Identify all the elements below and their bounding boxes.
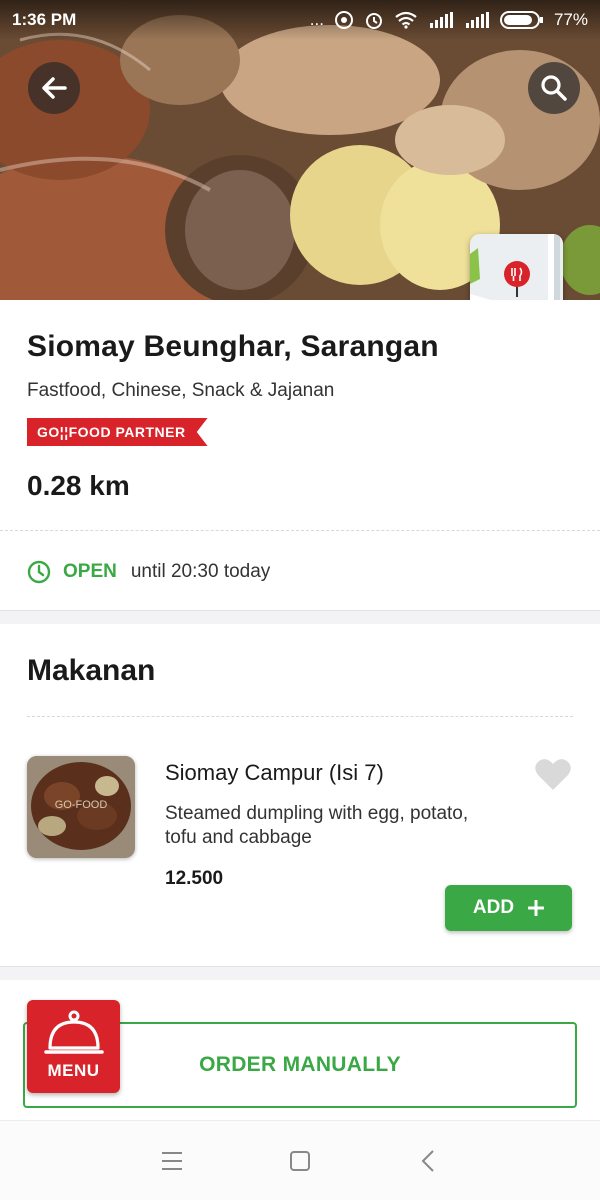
back-button[interactable] (28, 62, 80, 114)
nav-home-button[interactable] (282, 1143, 318, 1179)
item-name: Siomay Campur (Isi 7) (165, 760, 384, 785)
hours-text: until 20:30 today (130, 561, 271, 582)
open-status: OPEN (63, 561, 117, 582)
status-time: 1:36 PM (12, 10, 77, 29)
system-nav-bar (0, 1120, 600, 1200)
battery-icon (499, 11, 544, 29)
section-title: Makanan (27, 654, 156, 687)
search-button[interactable] (528, 62, 580, 114)
order-manually-label: ORDER MANUALLY (199, 1053, 401, 1076)
divider (0, 530, 600, 531)
restaurant-distance: 0.28 km (27, 470, 130, 501)
battery-percent: 77% (553, 10, 588, 29)
restaurant-info: Siomay Beunghar, Sarangan Fastfood, Chin… (0, 300, 600, 610)
gofood-partner-badge: GO¦¦FOOD PARTNER (27, 418, 208, 446)
clock-icon (27, 560, 51, 584)
thumb-watermark: GO-FOOD (55, 799, 108, 811)
arrow-left-icon (42, 77, 67, 99)
opening-hours: OPEN until 20:30 today (27, 560, 270, 584)
menu-button[interactable]: MENU (27, 1000, 120, 1093)
search-icon (541, 75, 567, 101)
nav-back-button[interactable] (410, 1143, 446, 1179)
signal-icon (428, 12, 454, 28)
alarm-icon (364, 10, 384, 30)
menu-section: Makanan GO-FOOD Siomay Campur (Isi 7) St… (0, 624, 600, 966)
add-label: ADD (472, 897, 515, 918)
section-separator (0, 966, 600, 980)
restaurant-name: Siomay Beunghar, Sarangan (27, 330, 439, 363)
item-thumbnail[interactable]: GO-FOOD (27, 756, 135, 858)
notification-icon (334, 10, 354, 30)
menu-label: MENU (47, 1061, 100, 1080)
section-separator (0, 610, 600, 624)
add-button[interactable]: ADD (445, 885, 572, 931)
divider (27, 716, 573, 717)
plus-icon (528, 900, 545, 916)
wifi-icon (394, 11, 418, 29)
status-bar: 1:36 PM ... 77% (0, 0, 600, 40)
item-description: Steamed dumpling with egg, potato, tofu … (165, 803, 469, 848)
restaurant-categories: Fastfood, Chinese, Snack & Jajanan (27, 380, 335, 401)
signal-icon (464, 12, 490, 28)
status-dots: ... (309, 10, 324, 29)
menu-icon (162, 1151, 182, 1170)
cloche-icon (44, 1010, 104, 1054)
item-photo: GO-FOOD (27, 756, 135, 858)
order-area: ORDER MANUALLY MENU (0, 980, 600, 1120)
home-square-icon (290, 1150, 310, 1171)
back-chevron-icon (421, 1149, 434, 1172)
item-price: 12.500 (165, 868, 224, 889)
nav-menu-button[interactable] (154, 1143, 190, 1179)
heart-icon (535, 759, 571, 790)
favorite-button[interactable] (534, 758, 572, 792)
